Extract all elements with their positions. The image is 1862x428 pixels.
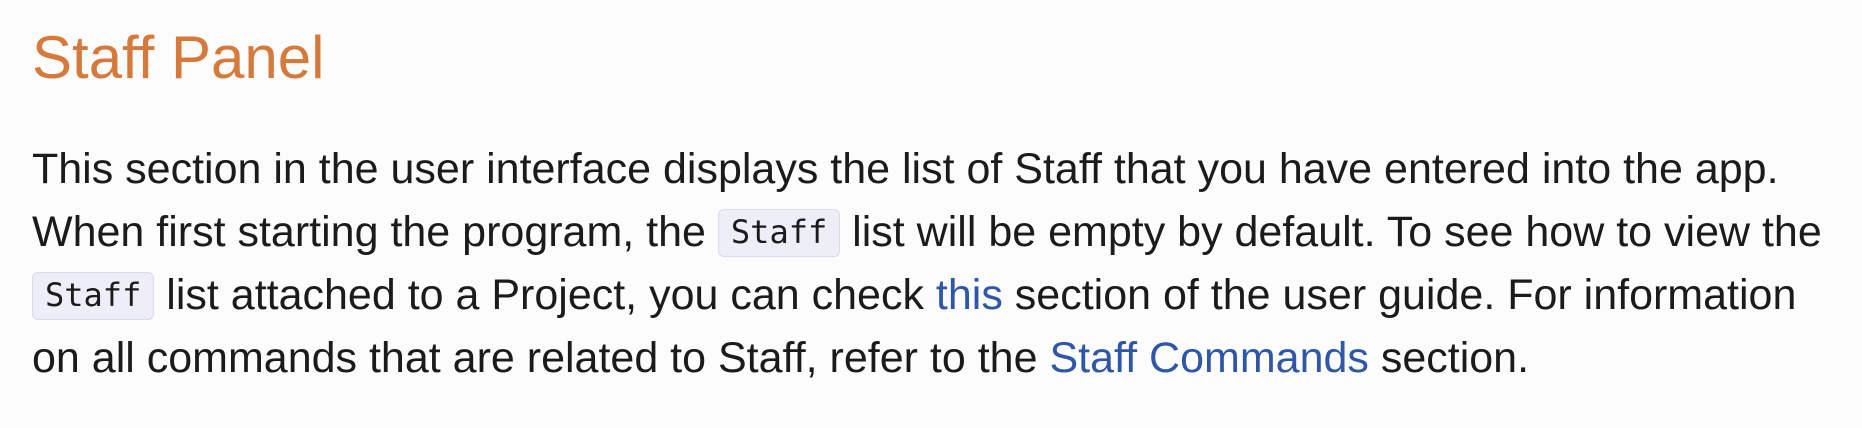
- paragraph-text-6: section.: [1368, 334, 1530, 382]
- this-link[interactable]: this: [936, 271, 1003, 319]
- section-paragraph: This section in the user interface displ…: [32, 138, 1842, 390]
- paragraph-text-1: This section in the user interface displ…: [32, 145, 1779, 193]
- paragraph-text-2: When first starting the program, the: [32, 208, 718, 256]
- staff-commands-link[interactable]: Staff Commands: [1049, 334, 1368, 382]
- paragraph-text-4: list attached to a Project, you can chec…: [154, 271, 936, 319]
- section-heading: Staff Panel: [32, 24, 325, 91]
- paragraph-text-3: list will be empty by default. To see ho…: [840, 208, 1822, 256]
- inline-code-staff-2: Staff: [32, 272, 155, 320]
- document-page: Staff Panel This section in the user int…: [0, 0, 1862, 428]
- inline-code-staff: Staff: [717, 209, 841, 257]
